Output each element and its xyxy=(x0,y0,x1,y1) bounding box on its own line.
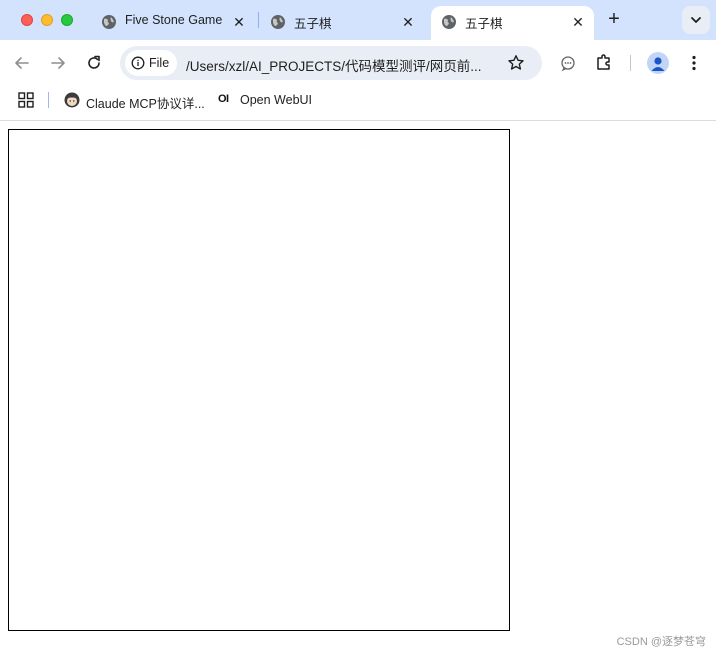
avatar-face-icon xyxy=(64,92,80,108)
tab-five-stone-game[interactable]: Five Stone Game ✕ xyxy=(91,6,259,40)
tab-title: Five Stone Game xyxy=(125,13,223,27)
extensions-puzzle-icon[interactable] xyxy=(594,52,614,72)
open-webui-logo: OI xyxy=(218,93,229,105)
bookmark-claude-mcp[interactable]: Claude MCP协议详... xyxy=(64,90,205,112)
tab-search-button[interactable] xyxy=(682,6,710,34)
tab-title: 五子棋 xyxy=(465,17,503,31)
toolbar-separator xyxy=(630,55,631,71)
url-text[interactable]: /Users/xzl/AI_PROJECTS/代码模型测评/网页前... xyxy=(186,55,506,75)
translate-chat-icon[interactable] xyxy=(558,53,578,73)
reload-icon[interactable] xyxy=(84,53,104,73)
tab-gomoku-active[interactable]: 五子棋 ✕ xyxy=(431,6,594,40)
browser-window: Five Stone Game ✕ 五子棋 ✕ 五子棋 ✕ + File /Us… xyxy=(0,0,716,655)
watermark-text: CSDN @逐梦苍穹 xyxy=(616,636,706,648)
profile-avatar[interactable] xyxy=(647,52,669,74)
kebab-menu-icon[interactable] xyxy=(684,53,704,73)
new-tab-plus-icon[interactable]: + xyxy=(604,9,624,30)
chevron-down-icon xyxy=(691,17,701,23)
toolbar: File /Users/xzl/AI_PROJECTS/代码模型测评/网页前..… xyxy=(0,40,716,86)
site-info-chip[interactable]: File xyxy=(125,50,177,76)
tab-close-icon[interactable]: ✕ xyxy=(400,14,416,30)
bookmark-open-webui[interactable]: OI Open WebUI xyxy=(218,90,318,112)
tab-close-icon[interactable]: ✕ xyxy=(570,14,586,30)
chip-label: File xyxy=(149,56,170,70)
globe-icon xyxy=(442,15,456,29)
game-board-canvas[interactable] xyxy=(8,129,510,631)
tab-strip: Five Stone Game ✕ 五子棋 ✕ 五子棋 ✕ + xyxy=(0,0,716,40)
window-minimize-button[interactable] xyxy=(41,14,53,26)
tab-close-icon[interactable]: ✕ xyxy=(231,14,247,30)
bookmark-label: Open WebUI xyxy=(240,93,313,107)
person-icon xyxy=(651,57,665,71)
bookmarks-separator xyxy=(48,92,49,108)
back-arrow-icon[interactable] xyxy=(12,53,32,73)
tab-gomoku-1[interactable]: 五子棋 ✕ xyxy=(260,6,428,40)
bookmark-label: Claude MCP协议详... xyxy=(86,97,205,111)
globe-icon xyxy=(102,15,116,29)
address-bar[interactable]: File /Users/xzl/AI_PROJECTS/代码模型测评/网页前..… xyxy=(120,46,542,80)
window-maximize-button[interactable] xyxy=(61,14,73,26)
bookmarks-bar: Claude MCP协议详... OI Open WebUI xyxy=(0,86,716,121)
forward-arrow-icon[interactable] xyxy=(48,53,68,73)
star-bookmark-icon[interactable] xyxy=(506,53,526,73)
tab-title: 五子棋 xyxy=(294,17,332,31)
globe-icon xyxy=(271,15,285,29)
apps-grid-icon[interactable] xyxy=(18,92,34,108)
info-icon xyxy=(131,56,145,70)
page-content: CSDN @逐梦苍穹 xyxy=(0,121,716,655)
window-close-button[interactable] xyxy=(21,14,33,26)
tab-separator xyxy=(258,12,259,28)
